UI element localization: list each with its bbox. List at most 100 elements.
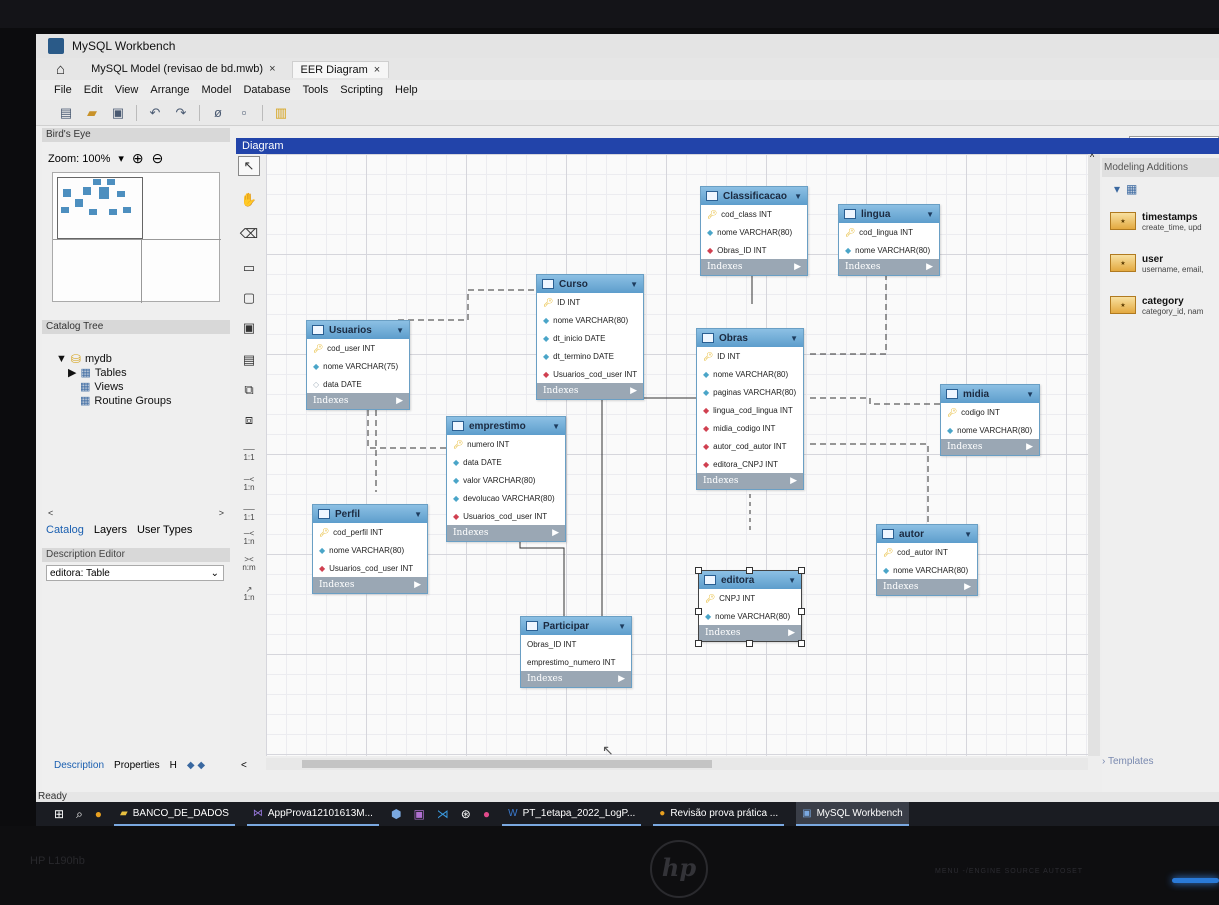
indexes-bar[interactable]: Indexes ▶: [447, 525, 565, 541]
column-row[interactable]: ◆ nome VARCHAR(75): [307, 357, 409, 375]
relation-1-n-nonid-tool-icon[interactable]: ─< 1:n: [238, 528, 260, 548]
tab-model[interactable]: MySQL Model (revisao de bd.mwb) ×: [83, 61, 283, 77]
new-model-icon[interactable]: ▤: [58, 105, 74, 121]
taskbar-item-banco-de-dados[interactable]: ▰ BANCO_DE_DADOS: [114, 802, 235, 826]
table-emprestimo[interactable]: emprestimo ▼ 🔑︎ numero INT ◆ data DATE ◆ va…: [446, 416, 566, 542]
eer-diagram-canvas[interactable]: Classificacao ▼ 🔑︎ cod_class INT ◆ nome VA…: [266, 154, 1088, 756]
resize-handle[interactable]: [746, 567, 753, 574]
table-header[interactable]: Participar ▼: [521, 617, 631, 635]
expand-arrow-icon[interactable]: ▶: [630, 386, 637, 396]
table-editora[interactable]: editora ▼ 🔑︎ CNPJ INT ◆ nome VARCHAR(80) I…: [698, 570, 802, 642]
expand-arrow-icon[interactable]: ▶: [414, 580, 421, 590]
column-row[interactable]: ◆ nome VARCHAR(80): [701, 223, 807, 241]
table-header[interactable]: autor ▼: [877, 525, 977, 543]
scroll-up-icon[interactable]: ^: [1090, 152, 1094, 162]
relation-existing-tool-icon[interactable]: ↗ 1:n: [238, 584, 260, 604]
column-row[interactable]: ◆ lingua_cod_lingua INT: [697, 401, 803, 419]
close-icon[interactable]: ×: [374, 64, 380, 76]
column-row[interactable]: ◆ editora_CNPJ INT: [697, 455, 803, 473]
column-row[interactable]: ◇ data DATE: [307, 375, 409, 393]
undo-icon[interactable]: ↶: [147, 105, 163, 121]
expand-arrow-icon[interactable]: ▼: [1026, 390, 1034, 399]
scroll-right-icon[interactable]: >: [219, 508, 224, 518]
collapse-arrow-icon[interactable]: ▶: [68, 366, 76, 380]
column-row[interactable]: ◆ nome VARCHAR(80): [697, 365, 803, 383]
snippet-list-icon[interactable]: ▦: [1126, 182, 1137, 196]
tree-horizontal-scrollbar[interactable]: < >: [48, 508, 224, 518]
column-row[interactable]: ◆ nome VARCHAR(80): [941, 421, 1039, 439]
tree-item-routine-groups[interactable]: ▦ Routine Groups: [56, 394, 171, 408]
column-row[interactable]: ◆ nome VARCHAR(80): [877, 561, 977, 579]
pointer-tool-icon[interactable]: ↖: [238, 156, 260, 176]
tab-eer-diagram[interactable]: EER Diagram ×: [291, 60, 390, 78]
indexes-bar[interactable]: Indexes ▶: [699, 625, 801, 641]
relation-n-m-tool-icon[interactable]: >< n:m: [238, 554, 260, 574]
menu-scripting[interactable]: Scripting: [340, 84, 383, 96]
table-header[interactable]: Obras ▼: [697, 329, 803, 347]
indexes-bar[interactable]: Indexes ▶: [307, 393, 409, 409]
expand-arrow-icon[interactable]: ▼: [964, 530, 972, 539]
tab-user-types[interactable]: User Types: [137, 524, 192, 536]
column-row[interactable]: ◆ Usuarios_cod_user INT: [447, 507, 565, 525]
tab-nav-arrows-icon[interactable]: ◆ ◆: [187, 760, 205, 771]
table-header[interactable]: midia ▼: [941, 385, 1039, 403]
note-tool-icon[interactable]: ▢: [238, 288, 260, 308]
chrome-icon[interactable]: ●: [95, 807, 102, 821]
snap-icon[interactable]: ▫: [236, 105, 252, 121]
menu-file[interactable]: File: [54, 84, 72, 96]
column-row[interactable]: 🔑︎ cod_class INT: [701, 205, 807, 223]
expand-arrow-icon[interactable]: ▶: [964, 582, 971, 592]
table-curso[interactable]: Curso ▼ 🔑︎ ID INT ◆ nome VARCHAR(80) ◆ dt_i…: [536, 274, 644, 400]
table-perfil[interactable]: Perfil ▼ 🔑︎ cod_perfil INT ◆ nome VARCHAR(…: [312, 504, 428, 594]
indexes-bar[interactable]: Indexes ▶: [521, 671, 631, 687]
expand-arrow-icon[interactable]: ▶: [790, 476, 797, 486]
zoom-out-icon[interactable]: ⊖: [152, 150, 164, 167]
table-autor[interactable]: autor ▼ 🔑︎ cod_autor INT ◆ nome VARCHAR(80…: [876, 524, 978, 596]
layer-tool-icon[interactable]: ▭: [238, 258, 260, 278]
column-row[interactable]: 🔑︎ cod_lingua INT: [839, 223, 939, 241]
column-row[interactable]: emprestimo_numero INT: [521, 653, 631, 671]
birds-eye-minimap[interactable]: [52, 172, 221, 303]
taskbar-item-app-prova[interactable]: ⋈ AppProva12101613M...: [246, 802, 379, 826]
resize-handle[interactable]: [695, 640, 702, 647]
table-midia[interactable]: midia ▼ 🔑︎ codigo INT ◆ nome VARCHAR(80) I…: [940, 384, 1040, 456]
open-folder-icon[interactable]: ▰: [84, 105, 100, 121]
table-obras[interactable]: Obras ▼ 🔑︎ ID INT ◆ nome VARCHAR(80) ◆ pagi…: [696, 328, 804, 490]
expand-arrow-icon[interactable]: ▼: [414, 510, 422, 519]
column-row[interactable]: ◆ midia_codigo INT: [697, 419, 803, 437]
image-tool-icon[interactable]: ▣: [238, 318, 260, 338]
column-row[interactable]: 🔑︎ ID INT: [537, 293, 643, 311]
save-icon[interactable]: ▣: [110, 105, 126, 121]
menu-tools[interactable]: Tools: [303, 84, 329, 96]
expand-arrow-icon[interactable]: ▼: [56, 352, 67, 366]
table-header[interactable]: Usuarios ▼: [307, 321, 409, 339]
tab-layers[interactable]: Layers: [94, 524, 127, 536]
table-header[interactable]: Curso ▼: [537, 275, 643, 293]
hand-tool-icon[interactable]: ✋: [238, 190, 260, 210]
menu-view[interactable]: View: [115, 84, 139, 96]
column-row[interactable]: 🔑︎ codigo INT: [941, 403, 1039, 421]
taskbar-item-revisao[interactable]: ● Revisão prova prática ...: [653, 802, 785, 826]
column-row[interactable]: ◆ nome VARCHAR(80): [839, 241, 939, 259]
expand-arrow-icon[interactable]: ▼: [794, 192, 802, 201]
indexes-bar[interactable]: Indexes ▶: [839, 259, 939, 275]
table-participar[interactable]: Participar ▼ Obras_ID INT emprestimo_num…: [520, 616, 632, 688]
column-row[interactable]: ◆ nome VARCHAR(80): [537, 311, 643, 329]
resize-handle[interactable]: [695, 608, 702, 615]
menu-edit[interactable]: Edit: [84, 84, 103, 96]
indexes-bar[interactable]: Indexes ▶: [877, 579, 977, 595]
menu-database[interactable]: Database: [243, 84, 290, 96]
expand-arrow-icon[interactable]: ▼: [790, 334, 798, 343]
column-row[interactable]: ◆ nome VARCHAR(80): [313, 541, 427, 559]
resize-handle[interactable]: [746, 640, 753, 647]
table-header[interactable]: Perfil ▼: [313, 505, 427, 523]
expand-arrow-icon[interactable]: ▶: [1026, 442, 1033, 452]
scrollbar-thumb[interactable]: [302, 760, 712, 768]
resize-handle[interactable]: [798, 640, 805, 647]
taskbar-item-mysql-workbench[interactable]: ▣ MySQL Workbench: [796, 802, 909, 826]
zoom-level[interactable]: Zoom: 100%: [48, 153, 110, 165]
column-row[interactable]: Obras_ID INT: [521, 635, 631, 653]
column-row[interactable]: ◆ Usuarios_cod_user INT: [313, 559, 427, 577]
tree-item-views[interactable]: ▦ Views: [56, 380, 171, 394]
app-pink-icon[interactable]: ●: [483, 807, 490, 821]
